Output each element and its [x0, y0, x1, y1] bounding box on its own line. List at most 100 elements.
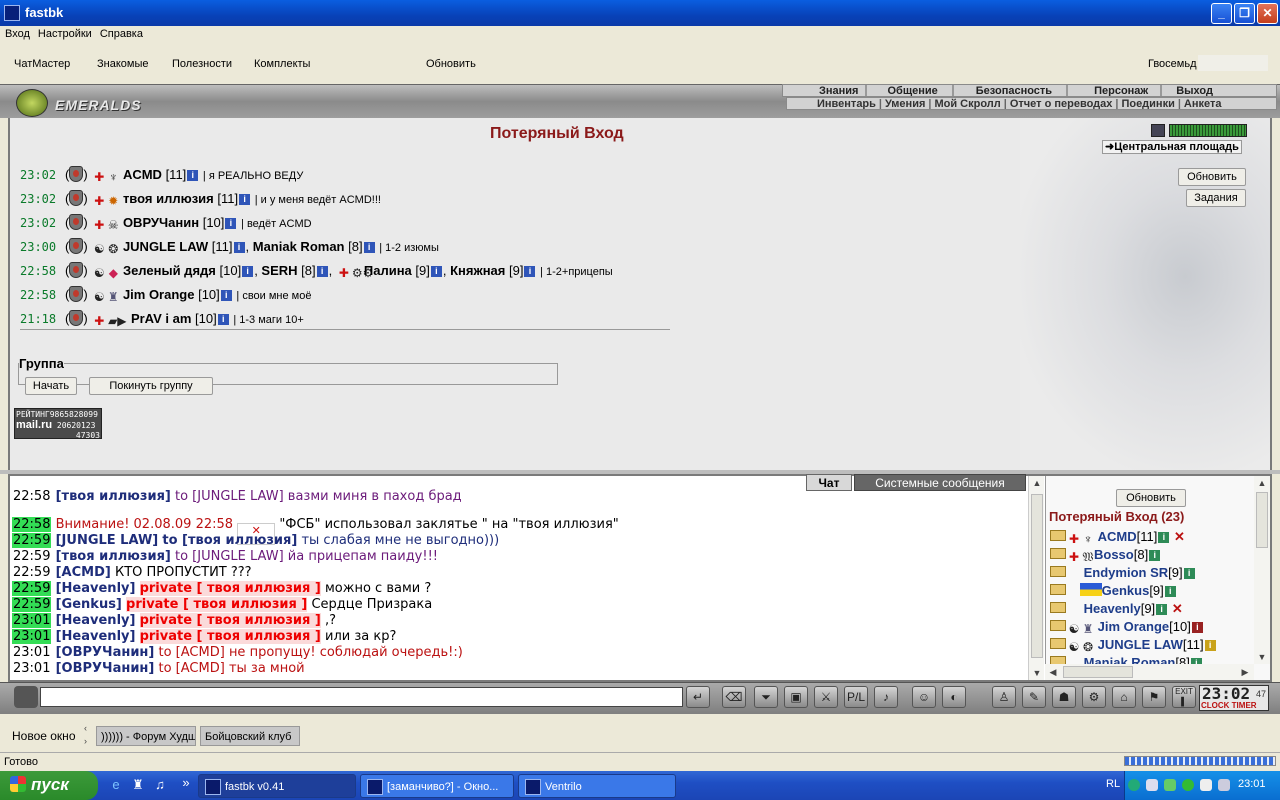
- nav-security[interactable]: Безопасность: [951, 85, 1066, 96]
- team-row[interactable]: 23:02() ✚ ♆ ACMD [11] i | я РЕАЛЬНО ВЕДУ: [20, 166, 303, 190]
- send-icon[interactable]: ↵: [686, 686, 710, 708]
- kick-icon[interactable]: ✕: [1174, 529, 1185, 544]
- user-row[interactable]: ☯ ❂ JUNGLE LAW[11] i: [1050, 637, 1217, 655]
- scroll-right-icon[interactable]: ▶: [1237, 665, 1253, 679]
- start-button[interactable]: пуск: [0, 771, 98, 800]
- nav-communication[interactable]: Общение: [865, 85, 951, 96]
- task-fastbk[interactable]: fastbk v0.41: [198, 774, 356, 798]
- exit-icon[interactable]: EXIT ▌: [1172, 686, 1196, 708]
- language-indicator[interactable]: RL: [1106, 778, 1120, 790]
- nav-inventory[interactable]: Инвентарь: [817, 98, 876, 109]
- chat-settings-icon[interactable]: [14, 686, 38, 708]
- chat-author[interactable]: [ACMD]: [56, 565, 111, 580]
- user-row[interactable]: Heavenly[9] i ✕: [1050, 601, 1183, 619]
- close-button[interactable]: ✕: [1257, 3, 1278, 24]
- toolbar-friends[interactable]: Знакомые: [97, 58, 148, 70]
- taskbar-clock[interactable]: 23:01: [1238, 778, 1266, 790]
- new-window-link[interactable]: Новое окно: [12, 729, 76, 743]
- nav-exit[interactable]: Выход: [1160, 85, 1220, 96]
- tray-monitor-icon[interactable]: [1200, 779, 1212, 791]
- user-row[interactable]: ☯ ♜ Jim Orange[10] i: [1050, 619, 1204, 637]
- clan-chat-icon[interactable]: ◐: [942, 686, 966, 708]
- settings-icon[interactable]: ⚙: [1082, 686, 1106, 708]
- chat-author[interactable]: [Genkus]: [56, 597, 122, 612]
- nav-knowledge[interactable]: Знания: [783, 85, 865, 96]
- sound-icon[interactable]: ♪: [874, 686, 898, 708]
- chat-author[interactable]: [JUNGLE LAW]: [56, 533, 159, 548]
- smiley-icon[interactable]: ☺: [912, 686, 936, 708]
- chat-scrollbar[interactable]: ▲ ▼: [1028, 476, 1044, 680]
- scroll-thumb[interactable]: [1031, 494, 1043, 658]
- chat-author[interactable]: [ОВРУЧанин]: [56, 645, 155, 660]
- nav-character[interactable]: Персонаж: [1066, 85, 1160, 96]
- userlist-scrollbar[interactable]: ▲ ▼: [1254, 476, 1270, 664]
- task-browser[interactable]: [заманчиво?] - Окно...: [360, 774, 514, 798]
- menu-help[interactable]: Справка: [95, 26, 146, 40]
- team-row[interactable]: 23:00() ☯ ❂ JUNGLE LAW [11] i, Maniak Roma…: [20, 238, 439, 262]
- app-quicklaunch-icon[interactable]: ♜: [130, 777, 146, 793]
- scroll-up-icon[interactable]: ▲: [1029, 476, 1045, 490]
- chat-author[interactable]: [твоя иллюзия]: [56, 489, 171, 504]
- user-row[interactable]: ✚ ♆ ACMD[11] i ✕: [1050, 529, 1185, 547]
- scroll-down-icon[interactable]: ▼: [1029, 666, 1045, 680]
- userlist-hscrollbar[interactable]: ◀ ▶: [1045, 664, 1254, 680]
- browser-tab-forum[interactable]: )))))) - Форум Худших: [96, 726, 196, 746]
- scroll-thumb[interactable]: [1063, 666, 1133, 678]
- eraser-icon[interactable]: ⌫: [722, 686, 746, 708]
- chat-author[interactable]: [Heavenly]: [56, 613, 136, 628]
- chat-author[interactable]: [Heavenly]: [56, 629, 136, 644]
- nav-duels[interactable]: Поединки: [1121, 98, 1174, 109]
- team-row[interactable]: 23:02() ✚ ✹ твоя иллюзия [11] i | и у меня…: [20, 190, 381, 214]
- chat-author[interactable]: [ОВРУЧанин]: [56, 661, 155, 676]
- minimize-button[interactable]: _: [1211, 3, 1232, 24]
- toolbar-kits[interactable]: Комплекты: [254, 58, 310, 70]
- user-row[interactable]: Endymion SR[9] i: [1050, 565, 1196, 583]
- bag-icon[interactable]: ♙: [992, 686, 1016, 708]
- kick-icon[interactable]: ✕: [1172, 601, 1183, 616]
- team-row[interactable]: 23:02() ✚ ☠ ОВРУЧанин [10] i | ведёт ACMD: [20, 214, 312, 238]
- expand-quicklaunch-icon[interactable]: »: [178, 775, 194, 791]
- tab-nav-arrows[interactable]: ‹ ›: [84, 722, 87, 748]
- tray-arrow-icon[interactable]: [1128, 779, 1140, 791]
- toolbar-refresh-button[interactable]: Обновить: [426, 58, 476, 70]
- user-row[interactable]: ✚ 𝔚Bosso[8] i: [1050, 547, 1161, 565]
- scroll-up-icon[interactable]: ▲: [1254, 476, 1270, 490]
- chat-input[interactable]: [40, 687, 683, 707]
- media-quicklaunch-icon[interactable]: ♫: [152, 777, 168, 793]
- user-row[interactable]: Genkus[9] i: [1050, 583, 1177, 601]
- fight-icon[interactable]: ⚔: [814, 686, 838, 708]
- scroll-thumb[interactable]: [1256, 492, 1268, 548]
- chat-author[interactable]: [Heavenly]: [56, 581, 136, 596]
- location-link[interactable]: ➜Центральная площадь: [1102, 140, 1242, 154]
- team-row[interactable]: 22:58() ☯ ♜ Jim Orange [10] i | свои мне м…: [20, 286, 311, 310]
- tab-system-messages[interactable]: Системные сообщения: [854, 474, 1026, 491]
- home-icon[interactable]: ⌂: [1112, 686, 1136, 708]
- tasks-button[interactable]: Задания: [1186, 189, 1246, 207]
- character-icon[interactable]: ☗: [1052, 686, 1076, 708]
- browser-tab-fightclub[interactable]: Бойцовский клуб: [200, 726, 300, 746]
- maximize-button[interactable]: ❐: [1234, 3, 1255, 24]
- scroll-down-icon[interactable]: ▼: [1254, 650, 1270, 664]
- scroll-icon[interactable]: ✎: [1022, 686, 1046, 708]
- nav-scroll[interactable]: Мой Скролл: [934, 98, 1000, 109]
- toolbar-chatmaster[interactable]: ЧатМастер: [14, 58, 70, 70]
- filter-icon[interactable]: ⏷: [754, 686, 778, 708]
- translit-icon[interactable]: P/L: [844, 686, 868, 708]
- chat-author[interactable]: [твоя иллюзия]: [56, 549, 171, 564]
- nav-profile[interactable]: Анкета: [1184, 98, 1222, 109]
- nav-skills[interactable]: Умения: [885, 98, 925, 109]
- task-ventrilo[interactable]: Ventrilo: [518, 774, 676, 798]
- tab-chat[interactable]: Чат: [806, 474, 852, 491]
- map-icon[interactable]: ⚑: [1142, 686, 1166, 708]
- menu-login[interactable]: Вход: [0, 26, 33, 40]
- start-group-button[interactable]: Начать: [25, 377, 77, 395]
- tray-app-icon[interactable]: [1164, 779, 1176, 791]
- nav-transfers[interactable]: Отчет о переводах: [1010, 98, 1113, 109]
- save-icon[interactable]: ▣: [784, 686, 808, 708]
- leave-group-button[interactable]: Покинуть группу: [89, 377, 213, 395]
- ie-icon[interactable]: e: [108, 777, 124, 793]
- volume-icon[interactable]: [1218, 779, 1230, 791]
- userlist-refresh-button[interactable]: Обновить: [1116, 489, 1186, 507]
- menu-settings[interactable]: Настройки: [33, 26, 95, 40]
- network-icon[interactable]: [1146, 779, 1158, 791]
